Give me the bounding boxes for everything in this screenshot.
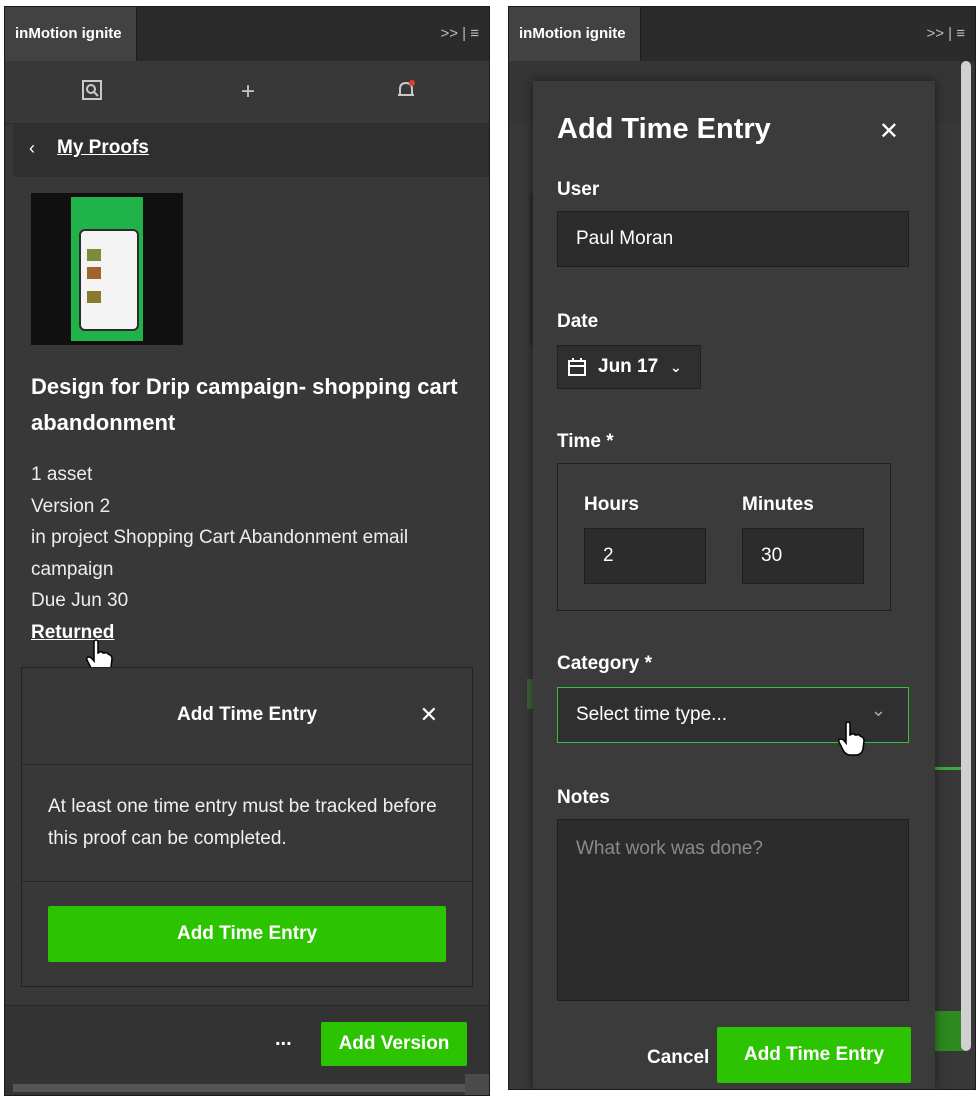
category-label: Category * xyxy=(557,653,653,674)
add-time-entry-button[interactable]: Add Time Entry xyxy=(48,906,446,962)
close-icon[interactable]: ✕ xyxy=(879,117,899,146)
chevron-left-icon[interactable]: ‹ xyxy=(29,138,35,159)
time-entry-panel: inMotion ignite >> | ≡ Add Time Entry ✕ … xyxy=(508,6,976,1090)
bell-notification-icon[interactable] xyxy=(393,79,419,105)
category-placeholder: Select time type... xyxy=(576,704,728,725)
more-options-button[interactable]: ... xyxy=(275,1028,292,1051)
minutes-label: Minutes xyxy=(742,494,814,515)
background-element xyxy=(935,767,963,770)
date-picker-button[interactable]: Jun 17 ⌄ xyxy=(557,345,701,389)
proof-title: Design for Drip campaign- shopping cart … xyxy=(31,374,458,435)
footer-bar: ... Add Version xyxy=(5,1005,489,1095)
notes-label: Notes xyxy=(557,787,610,808)
project-label: in project Shopping Cart Abandonment ema… xyxy=(31,527,409,580)
search-proof-icon[interactable] xyxy=(79,79,105,105)
my-proofs-link[interactable]: My Proofs xyxy=(57,137,149,159)
proof-panel: inMotion ignite >> | ≡ + ‹ My Proofs Des… xyxy=(4,6,490,1096)
panel-menu-controls[interactable]: >> | ≡ xyxy=(440,7,479,61)
toolbar: + xyxy=(5,61,489,124)
minutes-input[interactable]: 30 xyxy=(742,528,864,584)
panel-menu-controls[interactable]: >> | ≡ xyxy=(926,7,965,61)
version-label: Version 2 xyxy=(31,495,111,517)
plus-icon[interactable]: + xyxy=(235,79,261,105)
notes-placeholder: What work was done? xyxy=(576,838,763,859)
chevron-down-icon: ⌄ xyxy=(870,700,886,720)
dialog-title: Add Time Entry xyxy=(557,113,771,145)
close-icon[interactable]: ✕ xyxy=(420,702,438,728)
panel-tab[interactable]: inMotion ignite xyxy=(5,7,137,61)
time-entry-required-card: Add Time Entry ✕ At least one time entry… xyxy=(21,667,473,987)
user-label: User xyxy=(557,179,600,200)
date-label: Date xyxy=(557,311,599,332)
submit-time-entry-button[interactable]: Add Time Entry xyxy=(717,1027,911,1083)
date-value: Jun 17 xyxy=(598,356,659,377)
horizontal-scrollbar[interactable] xyxy=(13,1084,465,1092)
notes-textarea[interactable]: What work was done? xyxy=(557,819,909,1001)
panel-tab[interactable]: inMotion ignite xyxy=(509,7,641,61)
panel-tab-bar: inMotion ignite >> | ≡ xyxy=(5,7,489,61)
hours-label: Hours xyxy=(584,494,639,515)
time-label: Time * xyxy=(557,431,614,452)
proof-thumbnail[interactable] xyxy=(31,193,183,345)
asset-count: 1 asset xyxy=(31,464,93,485)
vertical-scrollbar[interactable] xyxy=(961,61,971,1051)
proof-meta: 1 asset Version 2 in project Shopping Ca… xyxy=(31,459,471,648)
calendar-icon xyxy=(568,358,586,376)
chevron-down-icon: ⌄ xyxy=(670,359,682,375)
user-field[interactable]: Paul Moran xyxy=(557,211,909,267)
time-group: Hours 2 Minutes 30 xyxy=(557,463,891,611)
card-message: At least one time entry must be tracked … xyxy=(48,796,437,849)
card-title: Add Time Entry xyxy=(176,704,318,725)
add-time-entry-dialog: Add Time Entry ✕ User Paul Moran Date Ju… xyxy=(533,81,935,1089)
hours-input[interactable]: 2 xyxy=(584,528,706,584)
cancel-button[interactable]: Cancel xyxy=(647,1047,709,1069)
add-version-button[interactable]: Add Version xyxy=(321,1022,467,1066)
breadcrumb: ‹ My Proofs xyxy=(13,123,489,177)
panel-tab-bar: inMotion ignite >> | ≡ xyxy=(509,7,975,61)
resize-handle[interactable] xyxy=(465,1074,489,1095)
due-date: Due Jun 30 xyxy=(31,590,129,611)
hand-cursor-icon xyxy=(838,721,865,756)
